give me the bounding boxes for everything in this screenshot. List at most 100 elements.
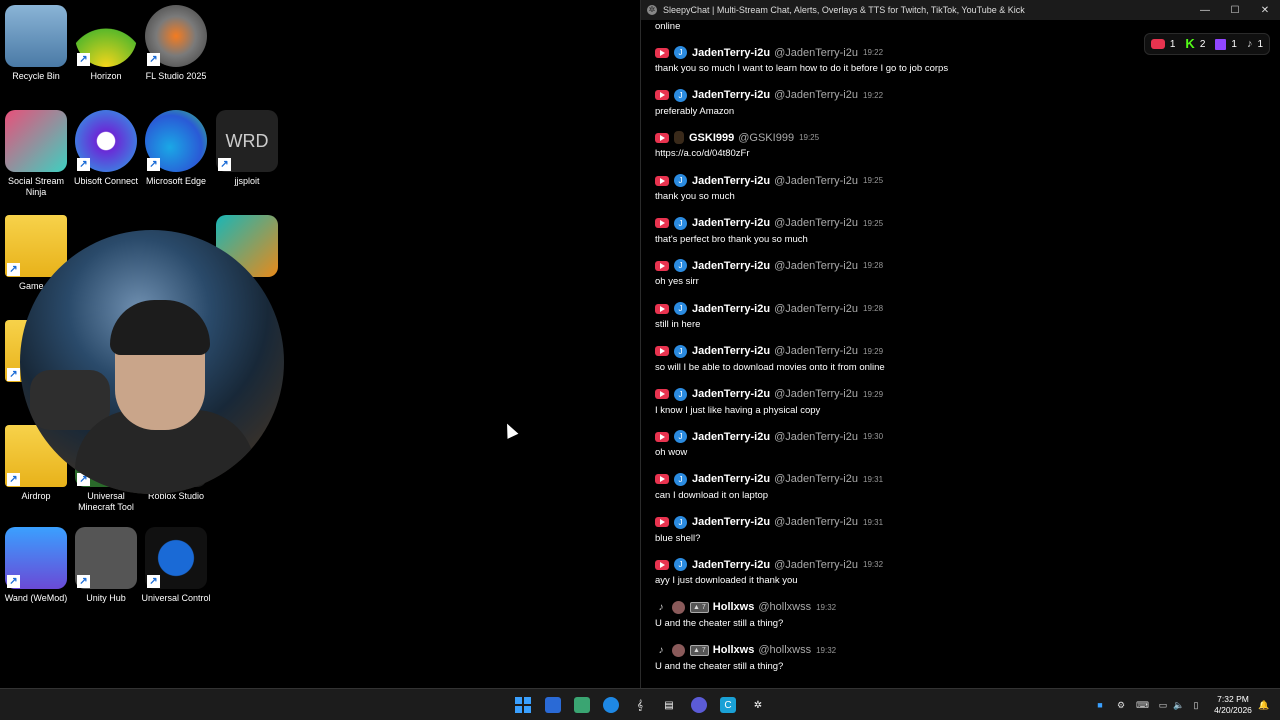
battery-icon[interactable]: ▯ [1190,699,1202,711]
chat-handle: @JadenTerry-i2u [774,558,858,571]
chat-timestamp: 19:22 [863,90,884,100]
chat-timestamp: 19:28 [863,261,884,271]
chat-message[interactable]: J JadenTerry-i2u @JadenTerry-i2u 19:31 can I… [655,461,1255,504]
chat-message[interactable]: GSKI999 @GSKI999 19:25 https://a.co/d/04t80… [655,119,1255,162]
chat-message-text: so will I be able to download movies ont… [655,361,885,373]
chat-username[interactable]: JadenTerry-i2u [692,89,770,101]
chat-username[interactable]: Hollxws [713,644,755,656]
clock-time: 7:32 PM [1217,694,1249,704]
viewer-count: 1 [1169,38,1176,50]
keyboard-icon[interactable]: ⌨ [1136,699,1149,711]
tiktok-icon: ♪ [1246,38,1253,50]
edge-icon: ↗ [145,110,207,172]
youtube-icon [655,474,669,485]
youtube-icon [655,47,669,58]
chat-message-header: J JadenTerry-i2u @JadenTerry-i2u 19:25 [655,173,1255,188]
chat-username[interactable]: JadenTerry-i2u [692,47,770,59]
chat-username[interactable]: GSKI999 [689,132,734,144]
chat-message[interactable]: J JadenTerry-i2u @JadenTerry-i2u 19:22 prefe… [655,77,1255,120]
chat-message[interactable]: J JadenTerry-i2u @JadenTerry-i2u 19:28 oh ye… [655,247,1255,290]
chat-log[interactable]: online J JadenTerry-i2u @JadenTerry-i2u 19:… [655,20,1255,688]
volume-icon[interactable]: 🔈 [1173,699,1185,711]
desktop-shortcut-unity-hub[interactable]: ↗ Unity Hub [70,527,142,604]
edge-taskbar-icon[interactable] [603,697,619,713]
desktop-shortcut-social-stream-ninja[interactable]: Social Stream Ninja [0,110,72,198]
notepad-icon[interactable] [574,697,590,713]
desktop-shortcut-wand[interactable]: ↗ Wand (WeMod) [0,527,72,604]
shortcut-arrow-icon: ↗ [77,53,90,66]
notification-icon[interactable]: 🔔 [1258,699,1270,711]
sleepychat-taskbar-icon[interactable]: ✲ [750,697,766,713]
chat-username[interactable]: JadenTerry-i2u [692,431,770,443]
chat-message[interactable]: J JadenTerry-i2u @JadenTerry-i2u 19:30 oh wo… [655,418,1255,461]
chat-message[interactable]: J JadenTerry-i2u @JadenTerry-i2u 19:31 blue … [655,504,1255,547]
tray-gear-icon[interactable]: ⚙ [1115,699,1127,711]
webcam-overlay [20,230,284,494]
chat-message[interactable]: J JadenTerry-i2u @JadenTerry-i2u 19:32 ayy I… [655,546,1255,589]
chat-message[interactable]: J JadenTerry-i2u @JadenTerry-i2u 19:29 so wi… [655,333,1255,376]
partial-message-text: online [655,21,681,32]
chat-message[interactable]: J JadenTerry-i2u @JadenTerry-i2u 19:29 I kno… [655,376,1255,419]
desktop-shortcut-universal-control[interactable]: ↗ Universal Control [140,527,212,604]
task-view-icon[interactable] [545,697,561,713]
chat-username[interactable]: JadenTerry-i2u [692,388,770,400]
chat-username[interactable]: JadenTerry-i2u [692,260,770,272]
chat-username[interactable]: JadenTerry-i2u [692,303,770,315]
chat-message-text: oh wow [655,447,688,459]
chat-message[interactable]: ♪ ▲ 7 Hollxws @hollxwss 19:32 U and the cheat… [655,632,1255,675]
chat-timestamp: 19:29 [863,346,884,356]
network-icon[interactable]: ▭ [1157,699,1169,711]
close-button[interactable]: ✕ [1250,5,1280,16]
chat-message-header: J JadenTerry-i2u @JadenTerry-i2u 19:29 [655,344,1255,359]
chat-message-text: that's perfect bro thank you so much [655,233,808,245]
chat-message[interactable]: ♪ ▲ 7 Hollxws @hollxwss 19:32 U and the cheat… [655,589,1255,632]
chat-username[interactable]: JadenTerry-i2u [692,516,770,528]
title-bar[interactable]: ✲ SleepyChat | Multi-Stream Chat, Alerts… [641,0,1280,20]
youtube-icon [655,260,669,271]
chat-handle: @hollxwss [758,601,812,614]
chat-username[interactable]: Hollxws [713,601,755,613]
discord-icon[interactable] [691,697,707,713]
chat-timestamp: 19:32 [816,645,837,655]
viewer-count: 2 [1199,38,1206,50]
chat-handle: @JadenTerry-i2u [774,217,858,230]
desktop-shortcut-horizon[interactable]: ↗ Horizon [70,5,142,82]
minimize-button[interactable]: — [1190,5,1220,16]
avatar [672,643,685,657]
chat-message[interactable]: J JadenTerry-i2u @JadenTerry-i2u 19:28 still… [655,290,1255,333]
chat-message-header: ♪ ▲ 7 Hollxws @hollxwss 19:32 [655,600,1255,615]
chat-username[interactable]: JadenTerry-i2u [692,345,770,357]
chat-timestamp: 19:32 [816,602,837,612]
chat-handle: @JadenTerry-i2u [774,516,858,529]
chat-username[interactable]: JadenTerry-i2u [692,559,770,571]
tiktok-icon: ♪ [658,644,664,656]
maximize-button[interactable]: ☐ [1220,5,1250,16]
chat-message-header: J JadenTerry-i2u @JadenTerry-i2u 19:30 [655,429,1255,444]
desktop-shortcut-ubisoft-connect[interactable]: ↗ Ubisoft Connect [70,110,142,187]
viewer-counters: 1 K 2 1 ♪ 1 [1143,33,1270,55]
desktop-shortcut-jjsploit[interactable]: WRD ↗ jjsploit [211,110,283,187]
chat-handle: @JadenTerry-i2u [774,345,858,358]
audio-app-icon[interactable]: 𝄞 [632,697,648,713]
files-icon[interactable]: ▤ [661,697,677,713]
chat-message[interactable]: J JadenTerry-i2u @JadenTerry-i2u 19:25 thank… [655,162,1255,205]
canva-icon[interactable]: C [720,697,736,713]
chat-username[interactable]: JadenTerry-i2u [692,473,770,485]
chat-message-header: J JadenTerry-i2u @JadenTerry-i2u 19:29 [655,387,1255,402]
viewer-count: 1 [1231,38,1237,50]
shortcut-arrow-icon: ↗ [147,575,160,588]
fl-studio-icon: ↗ [145,5,207,67]
desktop-shortcut-edge[interactable]: ↗ Microsoft Edge [140,110,212,187]
chat-message-text: ayy I just downloaded it thank you [655,575,798,587]
start-button[interactable] [515,697,531,713]
desktop-shortcut-fl-studio[interactable]: ↗ FL Studio 2025 [140,5,212,82]
chat-username[interactable]: JadenTerry-i2u [692,175,770,187]
clock[interactable]: 7:32 PM 4/20/2026 [1210,694,1256,716]
chat-username[interactable]: JadenTerry-i2u [692,217,770,229]
youtube-viewer-counter: 1 [1150,38,1176,50]
chat-handle: @JadenTerry-i2u [774,46,858,59]
desktop-shortcut-label: Unity Hub [86,593,126,603]
chat-message[interactable]: J JadenTerry-i2u @JadenTerry-i2u 19:25 that'… [655,205,1255,248]
desktop-shortcut-recycle-bin[interactable]: Recycle Bin [0,5,72,82]
tray-app-icon[interactable]: ■ [1094,699,1106,711]
